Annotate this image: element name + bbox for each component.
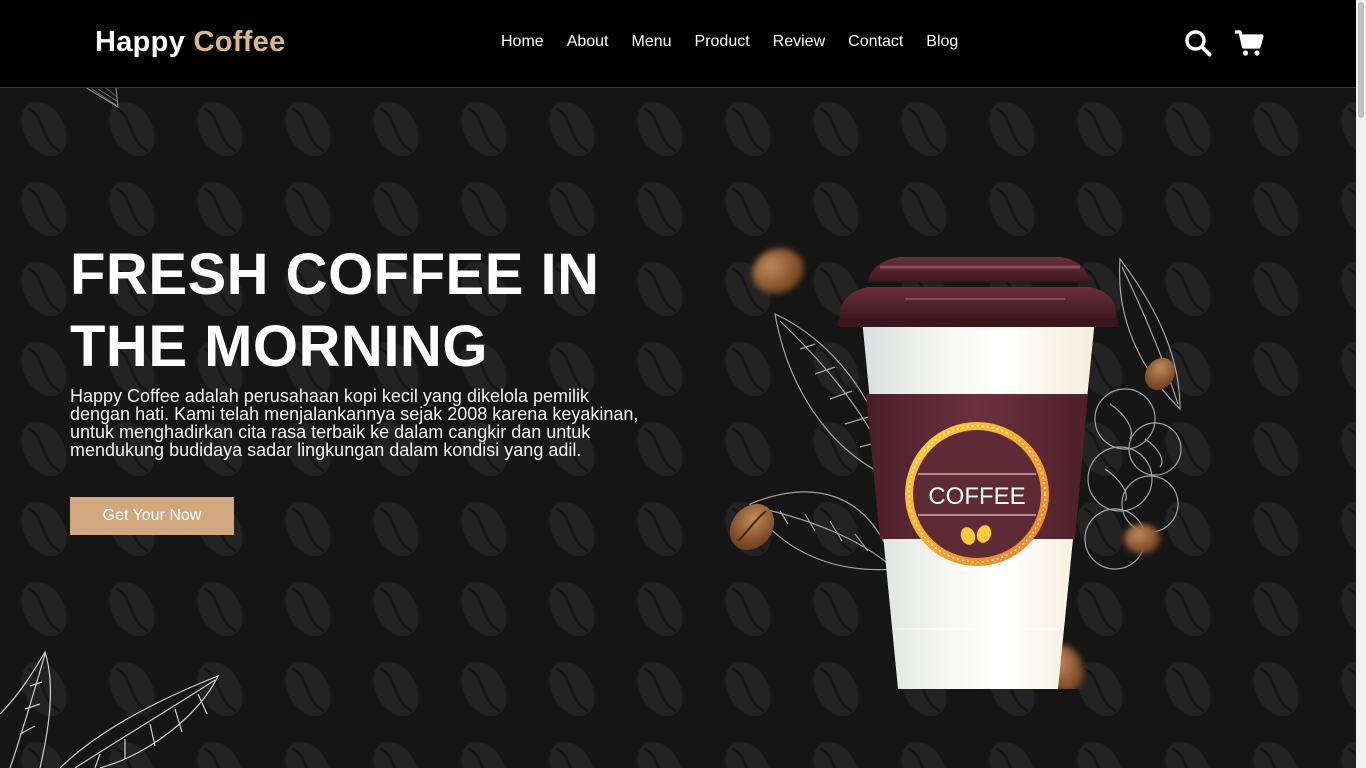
navbar: Happy Coffee Home About Menu Product Rev…: [0, 0, 1356, 88]
nav-link-review[interactable]: Review: [773, 33, 825, 51]
nav-link-about[interactable]: About: [567, 33, 609, 51]
scrollbar-thumb[interactable]: [1358, 2, 1364, 118]
hero-title-line1: FRESH COFFEE IN: [70, 242, 600, 307]
brand-logo[interactable]: Happy Coffee: [95, 26, 286, 59]
leaf-decoration-bottom: [0, 650, 220, 768]
nav-icons: [1184, 29, 1264, 57]
nav-menu: Home About Menu Product Review Contact B…: [501, 33, 981, 51]
nav-link-product[interactable]: Product: [695, 33, 750, 51]
hero-title-line2: THE MORNING: [70, 314, 488, 379]
hero-description: Happy Coffee adalah perusahaan kopi keci…: [70, 386, 639, 460]
coffee-cup-illustration: COFFEE: [729, 248, 1182, 689]
nav-link-menu[interactable]: Menu: [632, 33, 672, 51]
nav-link-home[interactable]: Home: [501, 33, 544, 51]
nav-link-contact[interactable]: Contact: [848, 33, 903, 51]
leaf-decoration-top: [84, 87, 119, 108]
brand-first: Happy: [95, 26, 186, 58]
nav-link-blog[interactable]: Blog: [926, 33, 958, 51]
get-your-now-button[interactable]: Get Your Now: [70, 497, 234, 535]
search-icon[interactable]: [1184, 29, 1212, 57]
page: Happy Coffee Home About Menu Product Rev…: [0, 0, 1366, 768]
cup-label: COFFEE: [928, 483, 1025, 510]
cart-icon[interactable]: [1234, 29, 1264, 57]
brand-second: Coffee: [193, 26, 286, 58]
page-scrollbar[interactable]: [1356, 0, 1366, 768]
hero-section: FRESH COFFEE IN THE MORNING Happy Coffee…: [0, 87, 1356, 768]
hero-title: FRESH COFFEE IN THE MORNING: [70, 239, 690, 383]
